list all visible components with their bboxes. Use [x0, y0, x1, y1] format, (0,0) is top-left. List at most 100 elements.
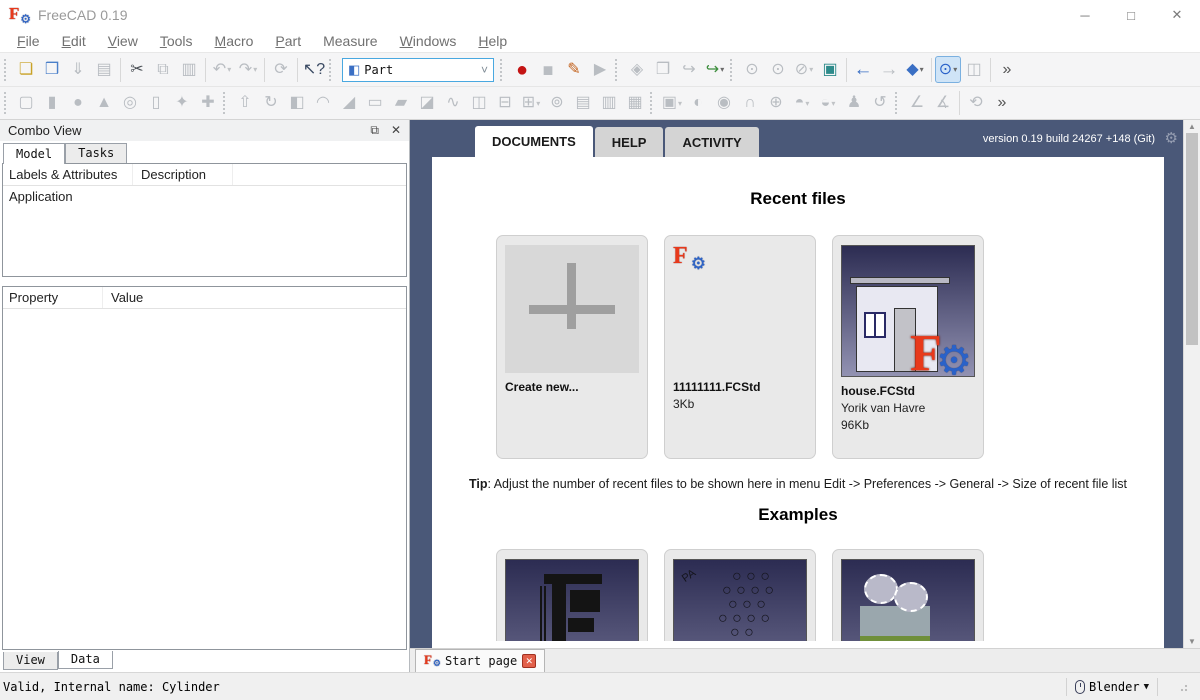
make-face-button[interactable]: ▭: [362, 90, 388, 117]
tree-header-description[interactable]: Description: [133, 164, 233, 185]
boolean-xor-button[interactable]: ⊕: [763, 90, 789, 117]
clipping-plane-button[interactable]: ⊘ ▾: [791, 56, 817, 83]
menu-tools[interactable]: Tools: [149, 33, 204, 49]
close-panel-icon[interactable]: ✕: [391, 123, 401, 138]
settings-gear-icon[interactable]: ⚙: [1165, 129, 1178, 147]
toolbar-grip[interactable]: [4, 92, 11, 114]
example-card-1[interactable]: F⚙: [496, 549, 648, 641]
link-folder-button[interactable]: ❒: [650, 56, 676, 83]
recent-file-card-1[interactable]: F ⚙ 11111111.FCStd 3Kb: [664, 235, 816, 459]
tab-activity[interactable]: ACTIVITY: [665, 127, 759, 157]
boolean-common-button[interactable]: ∩: [737, 90, 763, 117]
menu-help[interactable]: Help: [467, 33, 518, 49]
macro-edit-button[interactable]: ✎: [561, 56, 587, 83]
tree-item-application[interactable]: Application: [3, 186, 406, 204]
zoom-box-button[interactable]: ⊙: [739, 56, 765, 83]
cylinder-primitive-button[interactable]: ▮: [39, 90, 65, 117]
section-button[interactable]: ◫: [466, 90, 492, 117]
menu-file[interactable]: File: [6, 33, 51, 49]
property-column-header[interactable]: Property: [3, 287, 103, 308]
whats-this-button[interactable]: ↖?: [301, 56, 327, 83]
extrude-button[interactable]: ⇧: [232, 90, 258, 117]
measure-angular-button[interactable]: ∡: [930, 90, 956, 117]
example-card-3[interactable]: F⚙: [832, 549, 984, 641]
fillet-button[interactable]: ◠: [310, 90, 336, 117]
sweep-button[interactable]: ∿: [440, 90, 466, 117]
toolbar-grip[interactable]: [329, 58, 336, 81]
close-tab-icon[interactable]: ✕: [522, 654, 537, 668]
offset-button[interactable]: ⊞ ▾: [518, 90, 544, 117]
nav-style-selector[interactable]: Blender ▼: [1075, 679, 1149, 694]
convert-to-solid-button[interactable]: ▦: [622, 90, 648, 117]
redo-button[interactable]: ↷ ▾: [235, 56, 261, 83]
tab-help[interactable]: HELP: [594, 127, 664, 157]
tab-documents[interactable]: DOCUMENTS: [475, 126, 593, 157]
close-button[interactable]: ✕: [1154, 0, 1200, 30]
thickness-button[interactable]: ⊚: [544, 90, 570, 117]
recent-file-card-2[interactable]: F ⚙ house.FCStd Yorik van Havre 96Kb: [832, 235, 984, 459]
scroll-up-arrow[interactable]: ▲: [1184, 122, 1200, 131]
menu-view[interactable]: View: [97, 33, 149, 49]
box-primitive-button[interactable]: ▢: [13, 90, 39, 117]
macro-stop-button[interactable]: ■: [535, 56, 561, 83]
toolbar-overflow-button-2[interactable]: »: [989, 90, 1015, 117]
tab-data[interactable]: Data: [57, 651, 113, 669]
boolean-union-button[interactable]: ◉: [711, 90, 737, 117]
axonometric-view-button[interactable]: ◆ ▾: [902, 56, 928, 83]
toolbar-grip[interactable]: [650, 92, 657, 114]
zoom-fit-button[interactable]: ⊙ ▾: [935, 56, 961, 83]
menu-macro[interactable]: Macro: [204, 33, 265, 49]
tab-view[interactable]: View: [3, 652, 58, 670]
revolve-button[interactable]: ↻: [258, 90, 284, 117]
float-panel-icon[interactable]: ⧉: [370, 123, 379, 138]
toolbar-grip[interactable]: [895, 92, 902, 114]
loft-button[interactable]: ◪: [414, 90, 440, 117]
primitives-dialog-button[interactable]: ✦: [169, 90, 195, 117]
vertical-scrollbar[interactable]: ▲ ▼: [1183, 120, 1200, 648]
tube-primitive-button[interactable]: ▯: [143, 90, 169, 117]
menu-part[interactable]: Part: [264, 33, 312, 49]
toolbar-grip[interactable]: [615, 58, 622, 81]
ruled-surface-button[interactable]: ▰: [388, 90, 414, 117]
measure-linear-button[interactable]: ∠: [904, 90, 930, 117]
scrollbar-thumb[interactable]: [1186, 133, 1198, 345]
macro-play-button[interactable]: ▶: [587, 56, 613, 83]
chamfer-button[interactable]: ◢: [336, 90, 362, 117]
cross-sections-button[interactable]: ⊟: [492, 90, 518, 117]
split-button[interactable]: ◒ ▾: [815, 90, 841, 117]
refresh-button[interactable]: ⟳: [268, 56, 294, 83]
resize-grip[interactable]: [1180, 681, 1190, 692]
new-document-button[interactable]: ❏: [13, 56, 39, 83]
nav-forward-button[interactable]: →: [876, 56, 902, 83]
maximize-button[interactable]: □: [1108, 0, 1154, 30]
projection-button[interactable]: ▤: [570, 90, 596, 117]
paste-button[interactable]: ▥: [176, 56, 202, 83]
tab-tasks[interactable]: Tasks: [65, 143, 128, 163]
check-geometry-button[interactable]: ♟: [841, 90, 867, 117]
start-page-tab[interactable]: F ⚙ Start page ✕: [415, 649, 546, 672]
make-link-group-button[interactable]: ↪ ▾: [702, 56, 728, 83]
toolbar-overflow-button[interactable]: »: [994, 56, 1020, 83]
mirror-button[interactable]: ◧: [284, 90, 310, 117]
macro-record-button[interactable]: ●: [509, 56, 535, 83]
menu-edit[interactable]: Edit: [51, 33, 97, 49]
boolean-cut-button[interactable]: ◐: [685, 90, 711, 117]
save-button[interactable]: ⇓: [65, 56, 91, 83]
box-selection-button[interactable]: ▣: [817, 56, 843, 83]
sphere-primitive-button[interactable]: ●: [65, 90, 91, 117]
zoom-in-button[interactable]: ⊙: [765, 56, 791, 83]
shape-from-mesh-button[interactable]: ▥: [596, 90, 622, 117]
copy-button[interactable]: ⧉: [150, 56, 176, 83]
make-link-button[interactable]: ↪: [676, 56, 702, 83]
create-new-card[interactable]: Create new...: [496, 235, 648, 459]
value-column-header[interactable]: Value: [103, 287, 203, 308]
measure-clear-button[interactable]: ⟲: [963, 90, 989, 117]
scroll-down-arrow[interactable]: ▼: [1184, 637, 1200, 646]
nav-back-button[interactable]: ←: [850, 56, 876, 83]
print-button[interactable]: ▤: [91, 56, 117, 83]
menu-windows[interactable]: Windows: [389, 33, 468, 49]
draw-style-button[interactable]: ◫: [961, 56, 987, 83]
shape-builder-button[interactable]: ✚: [195, 90, 221, 117]
compound-button[interactable]: ▣ ▾: [659, 90, 685, 117]
cone-primitive-button[interactable]: ▲: [91, 90, 117, 117]
